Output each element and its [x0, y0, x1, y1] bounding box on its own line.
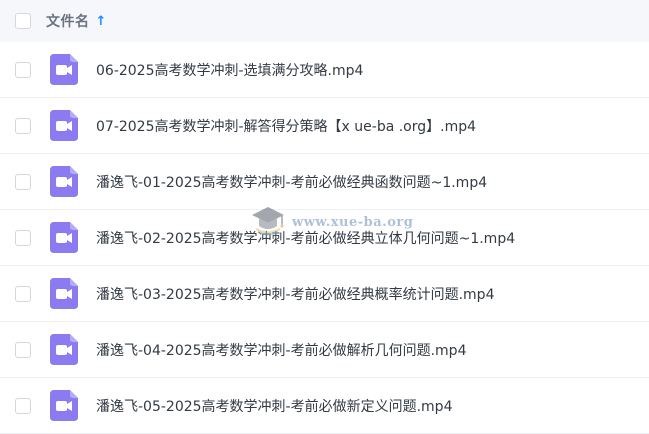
video-file-icon	[50, 334, 78, 365]
row-checkbox[interactable]	[15, 173, 31, 190]
filename-column-header[interactable]: 文件名	[46, 11, 90, 31]
select-all-checkbox[interactable]	[15, 13, 31, 29]
list-item[interactable]: 潘逸飞-05-2025高考数学冲刺-考前必做新定义问题.mp4	[0, 378, 649, 434]
file-name[interactable]: 潘逸飞-05-2025高考数学冲刺-考前必做新定义问题.mp4	[96, 396, 452, 416]
list-item[interactable]: 潘逸飞-03-2025高考数学冲刺-考前必做经典概率统计问题.mp4	[0, 266, 649, 322]
video-file-icon	[50, 222, 78, 253]
file-name[interactable]: 06-2025高考数学冲刺-选填满分攻略.mp4	[96, 60, 363, 80]
video-file-icon	[50, 110, 78, 141]
row-checkbox[interactable]	[15, 397, 31, 414]
file-name[interactable]: 07-2025高考数学冲刺-解答得分策略【x ue-ba .org】.mp4	[96, 116, 476, 136]
row-checkbox[interactable]	[15, 341, 31, 358]
file-list-header: 文件名 ↑	[0, 0, 649, 42]
video-file-icon	[50, 390, 78, 421]
file-list: 06-2025高考数学冲刺-选填满分攻略.mp4 07-2025高考数学冲刺-解…	[0, 42, 649, 434]
list-item[interactable]: 潘逸飞-04-2025高考数学冲刺-考前必做解析几何问题.mp4	[0, 322, 649, 378]
video-file-icon	[50, 166, 78, 197]
video-file-icon	[50, 278, 78, 309]
list-item[interactable]: 07-2025高考数学冲刺-解答得分策略【x ue-ba .org】.mp4	[0, 98, 649, 154]
file-name[interactable]: 潘逸飞-04-2025高考数学冲刺-考前必做解析几何问题.mp4	[96, 340, 466, 360]
row-checkbox[interactable]	[15, 117, 31, 134]
file-name[interactable]: 潘逸飞-02-2025高考数学冲刺-考前必做经典立体几何问题~1.mp4	[96, 228, 515, 248]
row-checkbox[interactable]	[15, 229, 31, 246]
row-checkbox[interactable]	[15, 61, 31, 78]
file-name[interactable]: 潘逸飞-03-2025高考数学冲刺-考前必做经典概率统计问题.mp4	[96, 284, 494, 304]
list-item[interactable]: 潘逸飞-01-2025高考数学冲刺-考前必做经典函数问题~1.mp4	[0, 154, 649, 210]
list-item[interactable]: 06-2025高考数学冲刺-选填满分攻略.mp4	[0, 42, 649, 98]
video-file-icon	[50, 54, 78, 85]
file-name[interactable]: 潘逸飞-01-2025高考数学冲刺-考前必做经典函数问题~1.mp4	[96, 172, 487, 192]
arrow-up-icon[interactable]: ↑	[96, 15, 107, 28]
list-item[interactable]: 潘逸飞-02-2025高考数学冲刺-考前必做经典立体几何问题~1.mp4	[0, 210, 649, 266]
row-checkbox[interactable]	[15, 285, 31, 302]
